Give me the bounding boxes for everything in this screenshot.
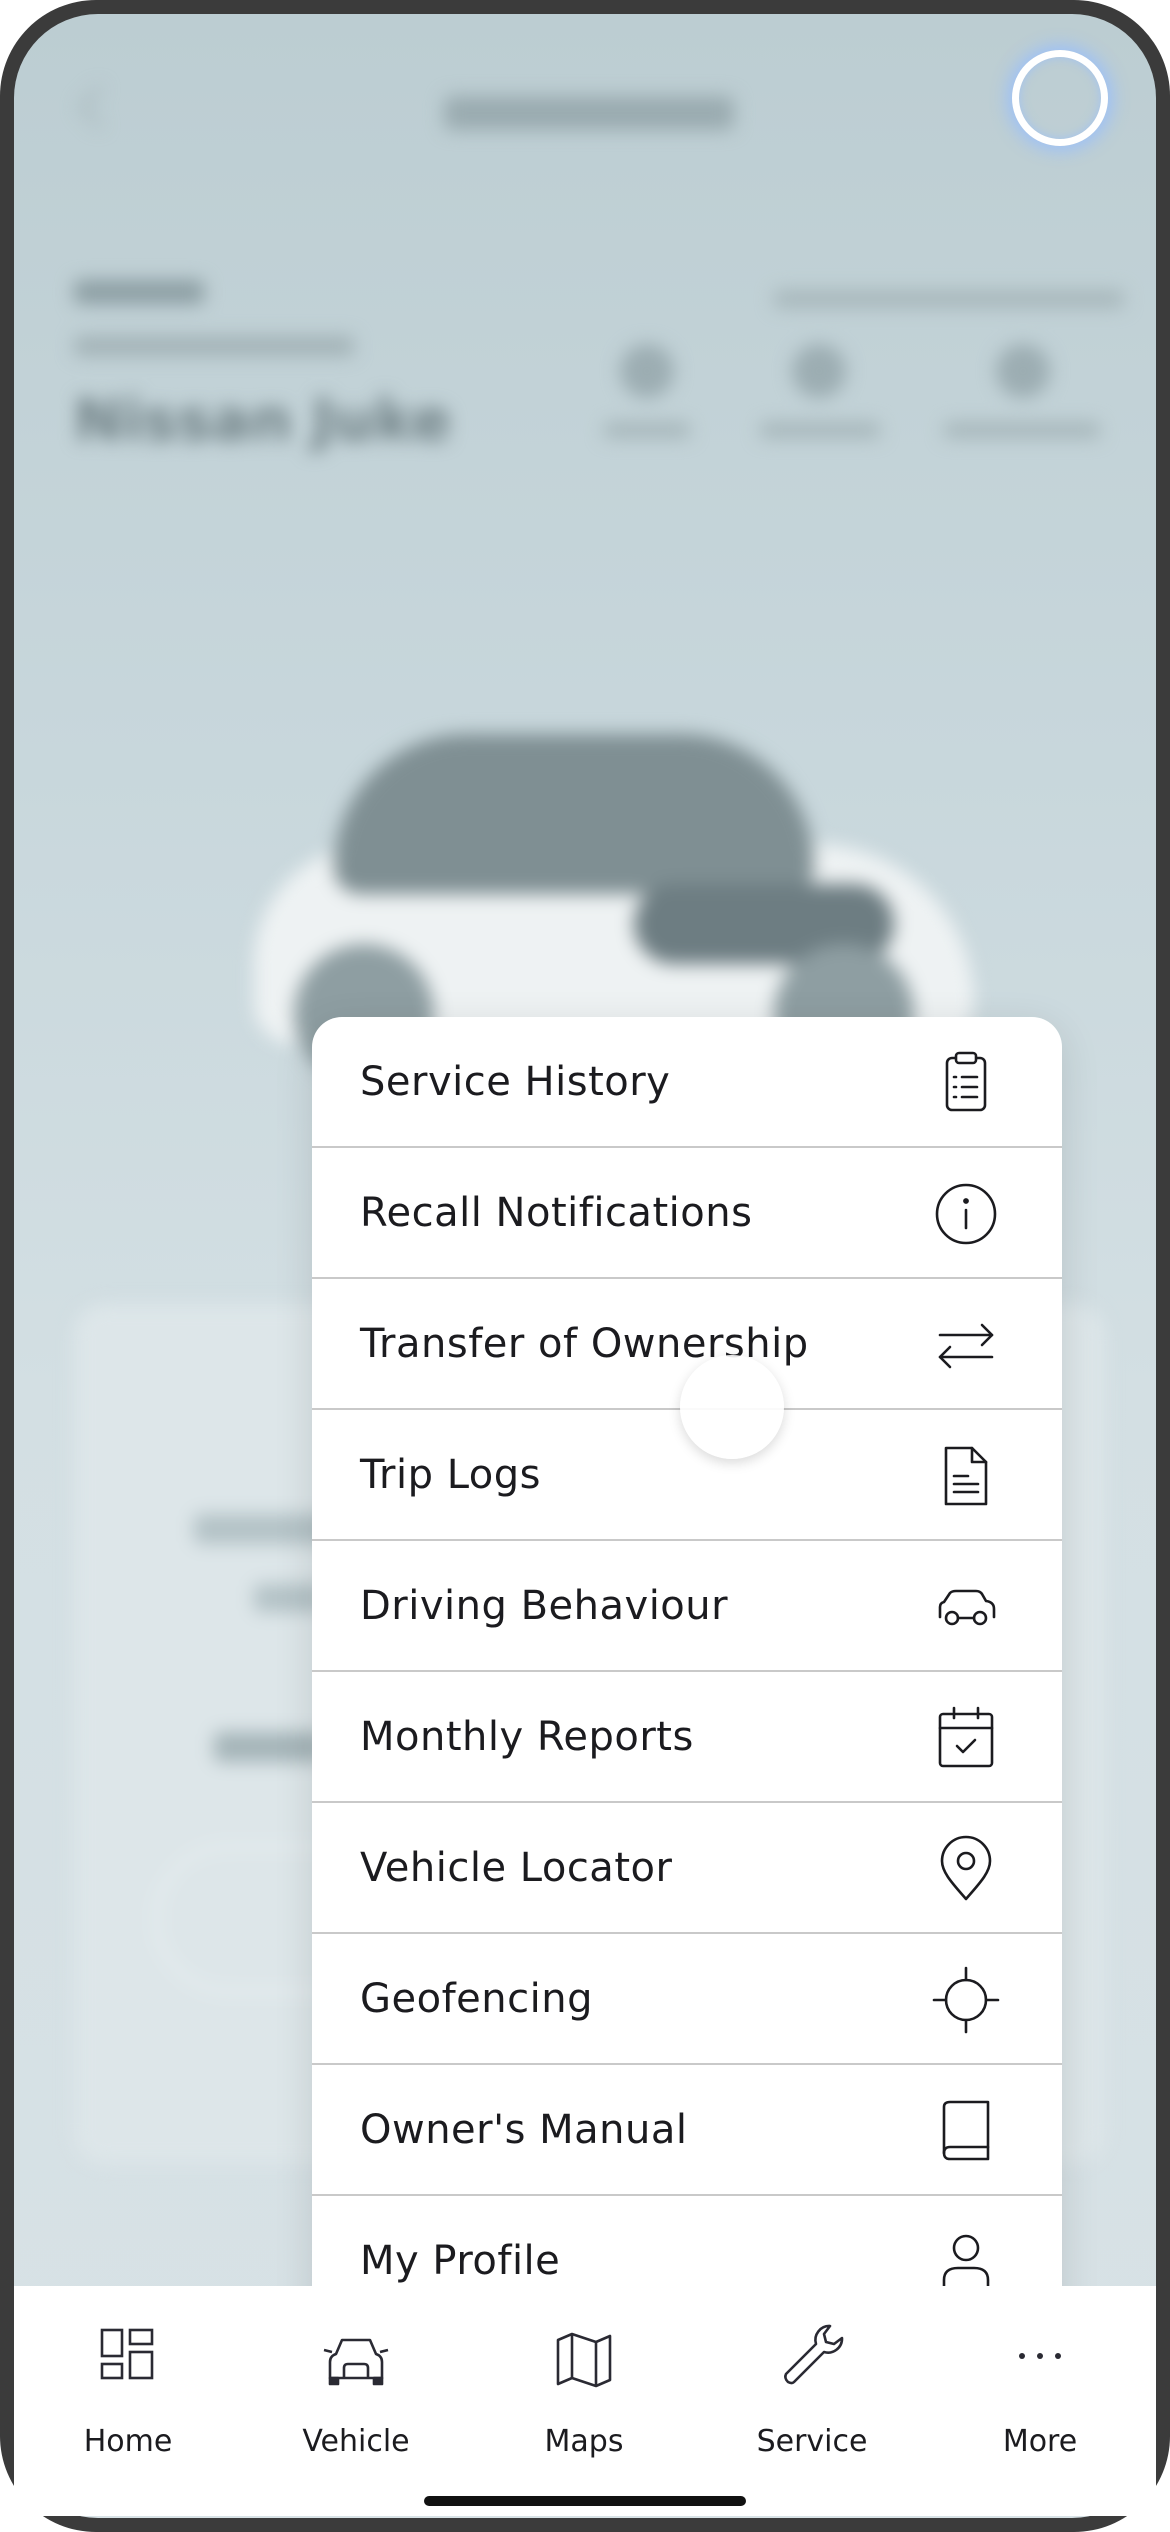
nav-item-service[interactable]: Service — [698, 2286, 926, 2486]
menu-item-service-history[interactable]: Service History — [312, 1017, 1062, 1148]
menu-item-label: Driving Behaviour — [360, 1583, 729, 1629]
grid-icon — [100, 2328, 154, 2380]
blurred-text — [774, 290, 1124, 308]
nav-label: More — [1002, 2424, 1078, 2459]
nav-item-vehicle[interactable]: Vehicle — [242, 2286, 470, 2486]
quick-action-icon — [792, 344, 846, 398]
nav-item-more[interactable]: More — [926, 2286, 1154, 2486]
nav-label: Home — [83, 2424, 173, 2459]
menu-item-owners-manual[interactable]: Owner's Manual — [312, 2065, 1062, 2196]
vehicle-name: Nissan Juke — [74, 386, 452, 454]
nav-item-home[interactable]: Home — [14, 2286, 242, 2486]
menu-item-recall-notifications[interactable]: Recall Notifications — [312, 1148, 1062, 1279]
calendar-check-icon — [938, 1706, 994, 1768]
blurred-text — [214, 1732, 324, 1762]
menu-item-label: Geofencing — [360, 1976, 593, 2022]
menu-item-monthly-reports[interactable]: Monthly Reports — [312, 1672, 1062, 1803]
nav-label: Maps — [544, 2424, 624, 2459]
blurred-text — [604, 422, 690, 438]
book-icon — [942, 2100, 990, 2161]
menu-item-label: Service History — [360, 1059, 671, 1105]
menu-item-vehicle-locator[interactable]: Vehicle Locator — [312, 1803, 1062, 1934]
car-icon — [938, 1589, 996, 1626]
home-indicator[interactable] — [424, 2496, 746, 2506]
menu-item-geofencing[interactable]: Geofencing — [312, 1934, 1062, 2065]
menu-item-label: Monthly Reports — [360, 1714, 694, 1760]
blurred-text — [74, 336, 354, 356]
info-circle-icon — [935, 1183, 997, 1245]
bottom-nav: Home Vehicle Maps Service More — [14, 2286, 1156, 2516]
blurred-text — [74, 280, 204, 304]
document-icon — [944, 1446, 988, 1506]
arrows-swap-icon — [938, 1323, 994, 1369]
blurred-page-title — [444, 96, 734, 130]
vehicle-icon — [323, 2338, 389, 2386]
crosshair-icon — [932, 1966, 1000, 2034]
quick-action-icon — [996, 344, 1050, 398]
blurred-text — [760, 422, 880, 438]
back-arrow-icon — [77, 85, 121, 129]
vehicle-image — [254, 734, 974, 1084]
nav-label: Vehicle — [302, 2424, 410, 2459]
clipboard-list-icon — [945, 1051, 987, 1112]
assistant-ring-icon[interactable] — [1012, 50, 1108, 146]
more-dots-icon — [1019, 2353, 1061, 2359]
nav-item-maps[interactable]: Maps — [470, 2286, 698, 2486]
menu-item-driving-behaviour[interactable]: Driving Behaviour — [312, 1541, 1062, 1672]
map-icon — [556, 2332, 612, 2388]
menu-item-label: Owner's Manual — [360, 2107, 688, 2153]
touch-indicator — [680, 1355, 784, 1459]
map-pin-icon — [940, 1835, 992, 1901]
menu-item-label: Vehicle Locator — [360, 1845, 673, 1891]
wrench-icon — [784, 2324, 844, 2385]
menu-item-label: Recall Notifications — [360, 1190, 753, 1236]
quick-action-icon — [620, 344, 674, 398]
more-menu: Service History Recall Notifications Tra… — [312, 1017, 1062, 2335]
nav-label: Service — [756, 2424, 868, 2459]
menu-item-label: Trip Logs — [360, 1452, 542, 1498]
blurred-text — [944, 422, 1100, 438]
